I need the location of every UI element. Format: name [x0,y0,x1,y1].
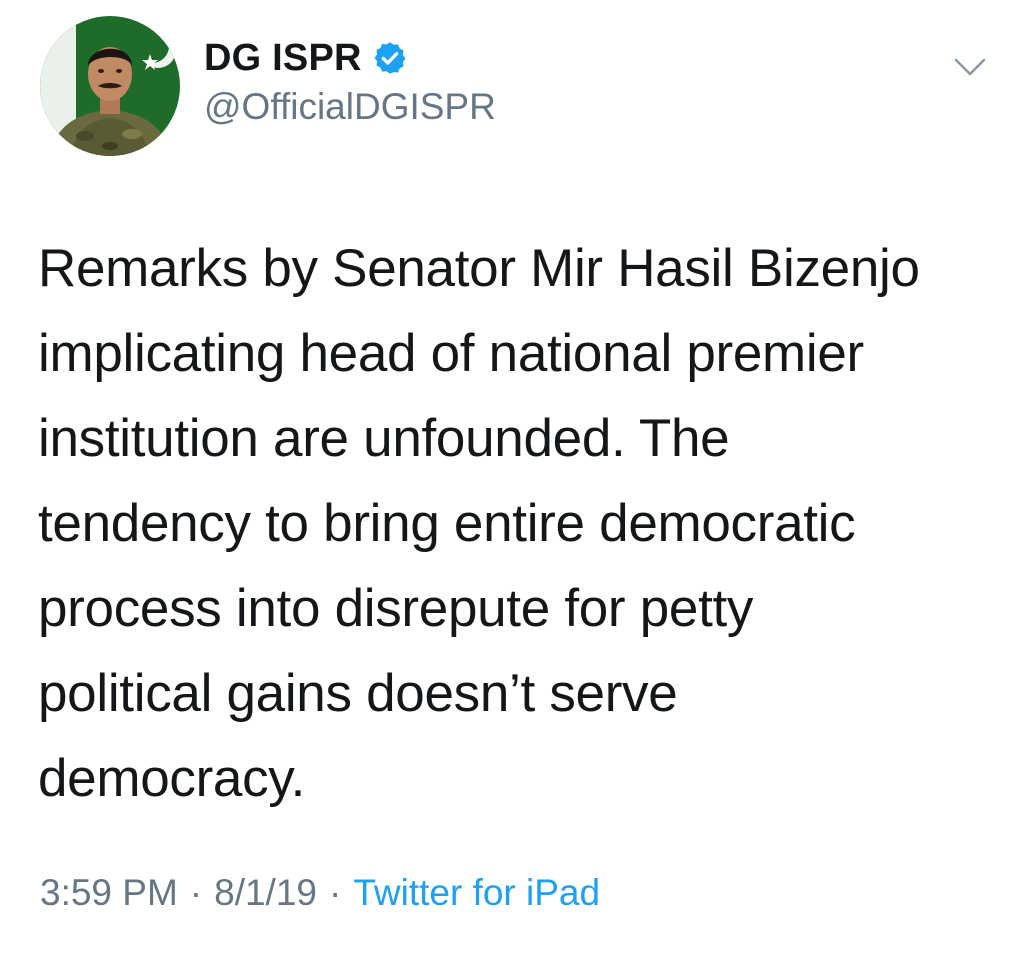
name-row: DG ISPR [204,34,496,82]
tweet-source-link[interactable]: Twitter for iPad [353,872,600,914]
tweet-card: DG ISPR @OfficialDGISPR Remarks by Senat… [0,0,1024,954]
tweet-text: Remarks by Senator Mir Hasil Bizenjo imp… [38,239,920,808]
tweet-meta: 3:59 PM · 8/1/19 · Twitter for iPad [40,872,600,914]
meta-separator: · [329,872,342,913]
tweet-date: 8/1/19 [214,872,317,913]
verified-badge-icon [372,40,408,76]
avatar[interactable] [40,16,180,156]
tweet-time: 3:59 PM [40,872,178,913]
meta-separator: · [189,872,203,913]
avatar-image [40,16,180,156]
author-block: DG ISPR @OfficialDGISPR [204,34,496,128]
user-handle[interactable]: @OfficialDGISPR [204,86,496,128]
chevron-down-icon[interactable] [950,52,990,80]
display-name[interactable]: DG ISPR [204,37,362,80]
